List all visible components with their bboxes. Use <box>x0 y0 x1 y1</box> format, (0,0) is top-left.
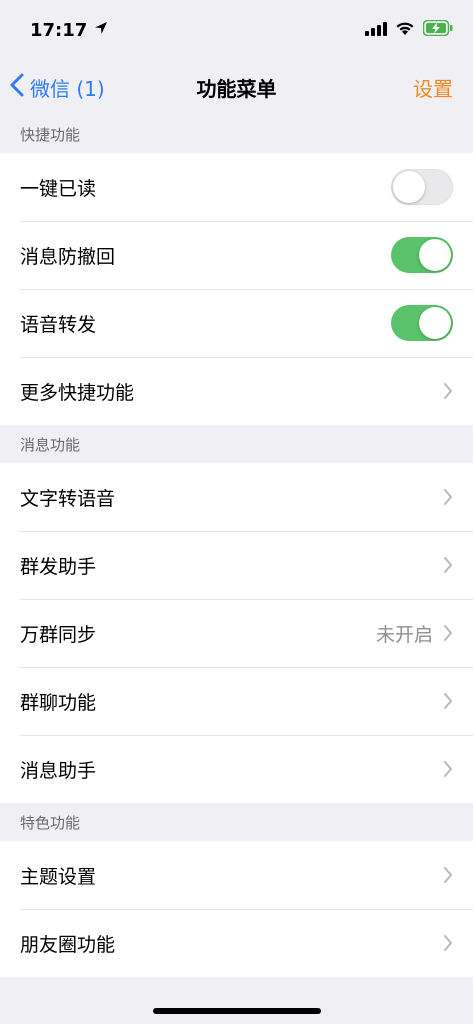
row-voice-forward: 语音转发 <box>0 289 473 357</box>
row-label: 万群同步 <box>20 623 97 646</box>
location-arrow-icon <box>93 20 109 41</box>
toggle-knob <box>419 307 451 339</box>
row-label: 群聊功能 <box>20 691 97 714</box>
row-label: 消息助手 <box>20 759 97 782</box>
toggle-knob <box>393 171 425 203</box>
back-button[interactable]: 微信 (1) <box>10 73 105 102</box>
group-quick-functions: 一键已读 消息防撤回 语音转发 更多快捷功能 <box>0 153 473 425</box>
row-moments-functions[interactable]: 朋友圈功能 <box>0 909 473 977</box>
page-title: 功能菜单 <box>196 77 277 101</box>
row-label: 群发助手 <box>20 555 97 578</box>
row-anti-recall: 消息防撤回 <box>0 221 473 289</box>
row-more-quick-functions[interactable]: 更多快捷功能 <box>0 357 473 425</box>
section-header-quick: 快捷功能 <box>20 125 81 144</box>
row-one-key-read: 一键已读 <box>0 153 473 221</box>
chevron-right-icon <box>443 866 453 884</box>
row-right: 未开启 <box>376 620 453 647</box>
nav-bar: 微信 (1) 功能菜单 设置 <box>0 60 473 115</box>
row-label: 朋友圈功能 <box>20 933 116 956</box>
cellular-signal-icon <box>365 21 387 40</box>
section-header-message: 消息功能 <box>20 435 81 454</box>
anti-recall-toggle[interactable] <box>391 237 453 273</box>
wifi-icon <box>395 21 415 40</box>
status-value: 未开启 <box>375 623 433 646</box>
status-left: 17:17 <box>30 20 109 41</box>
row-group-chat-functions[interactable]: 群聊功能 <box>0 667 473 735</box>
status-right <box>365 19 453 40</box>
chevron-right-icon <box>443 934 453 952</box>
row-label: 主题设置 <box>20 865 97 888</box>
back-label: 微信 (1) <box>30 77 105 101</box>
row-label: 文字转语音 <box>20 487 116 510</box>
status-time: 17:17 <box>30 19 88 41</box>
chevron-right-icon <box>443 624 453 642</box>
chevron-right-icon <box>443 760 453 778</box>
row-label: 更多快捷功能 <box>20 381 135 404</box>
group-message-functions: 文字转语音 群发助手 万群同步 未开启 群聊功能 消息助手 <box>0 463 473 803</box>
toggle-knob <box>419 239 451 271</box>
chevron-right-icon <box>443 382 453 400</box>
settings-button[interactable]: 设置 <box>413 73 453 102</box>
chevron-right-icon <box>443 692 453 710</box>
chevron-left-icon <box>10 73 24 102</box>
row-broadcast-assistant[interactable]: 群发助手 <box>0 531 473 599</box>
row-theme-settings[interactable]: 主题设置 <box>0 841 473 909</box>
home-indicator[interactable] <box>152 1008 321 1014</box>
row-group-sync[interactable]: 万群同步 未开启 <box>0 599 473 667</box>
chevron-right-icon <box>443 556 453 574</box>
row-text-to-speech[interactable]: 文字转语音 <box>0 463 473 531</box>
row-label: 消息防撤回 <box>20 245 116 268</box>
chevron-right-icon <box>443 488 453 506</box>
row-label: 一键已读 <box>20 177 97 200</box>
row-message-assistant[interactable]: 消息助手 <box>0 735 473 803</box>
status-bar: 17:17 <box>0 0 473 60</box>
one-key-read-toggle[interactable] <box>391 169 453 205</box>
voice-forward-toggle[interactable] <box>391 305 453 341</box>
row-label: 语音转发 <box>20 313 97 336</box>
section-header-featured: 特色功能 <box>20 813 81 832</box>
group-featured-functions: 主题设置 朋友圈功能 <box>0 841 473 977</box>
battery-charging-icon <box>422 19 453 40</box>
